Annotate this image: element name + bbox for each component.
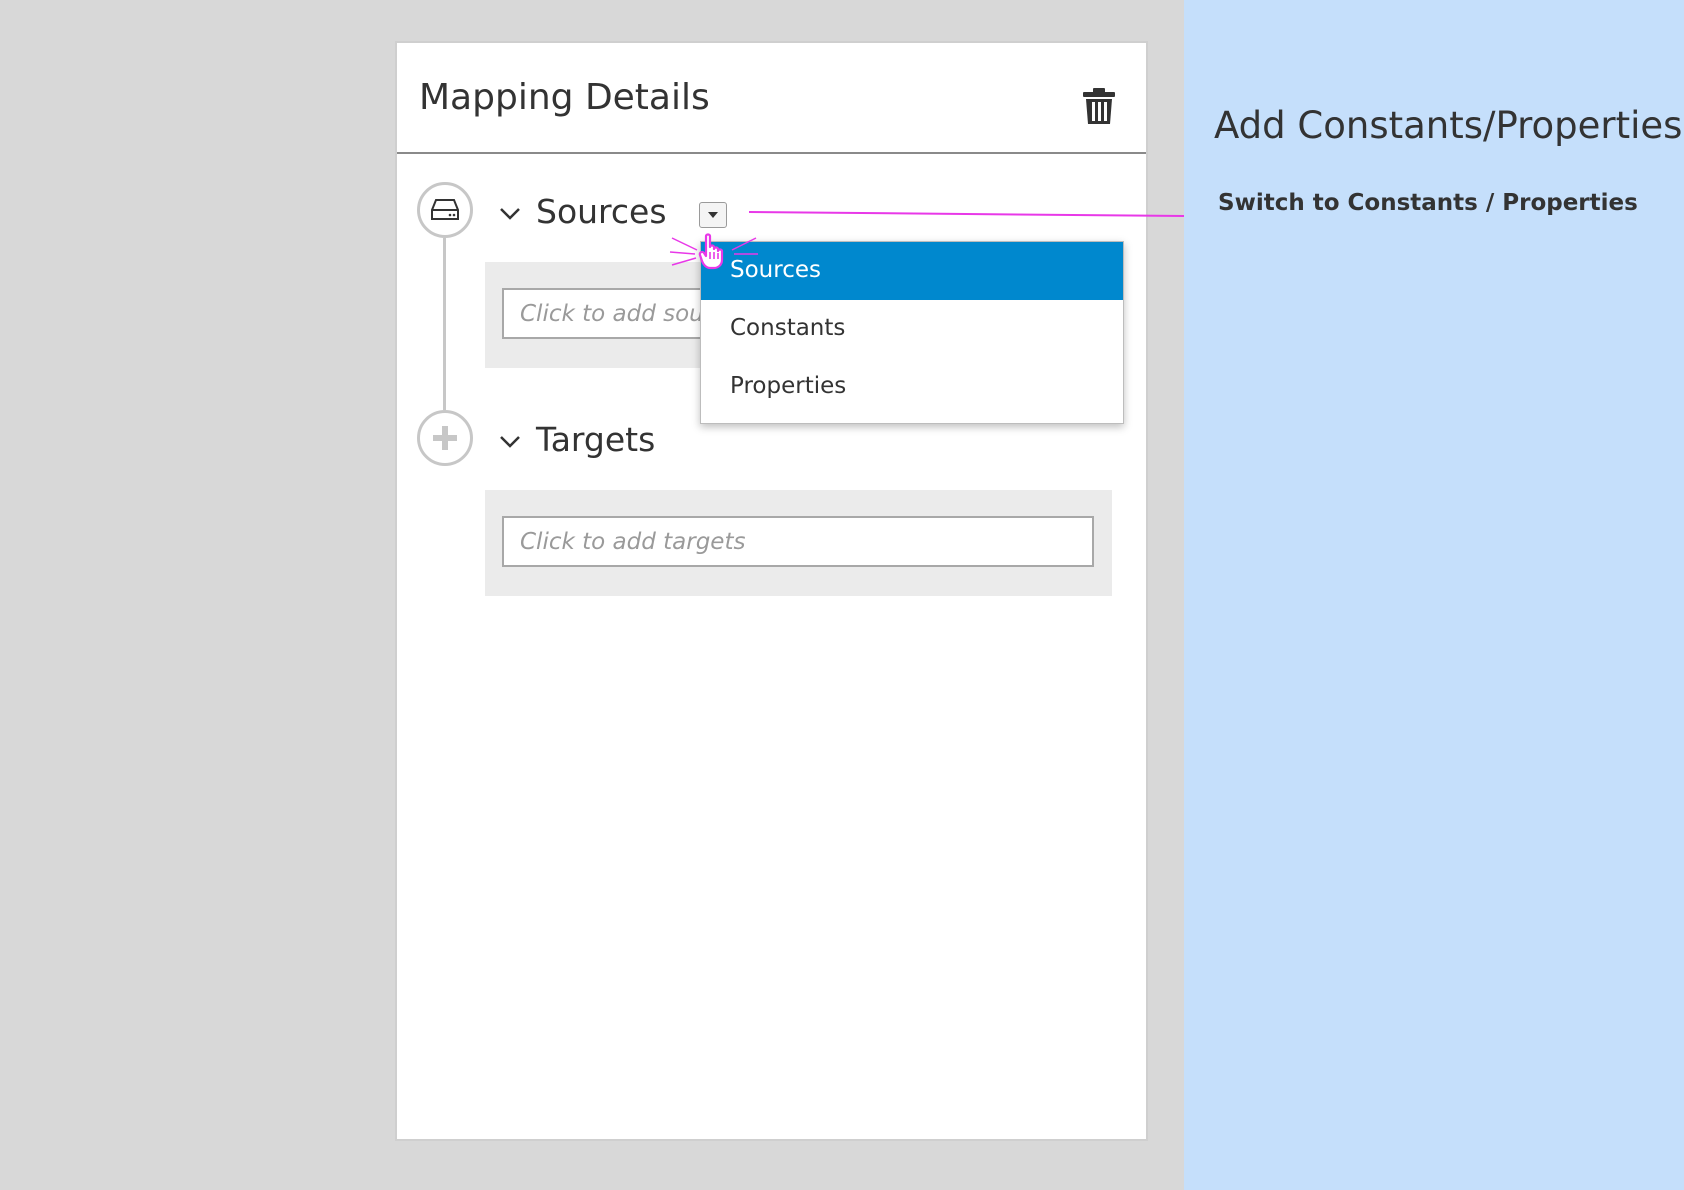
targets-collapse-chevron-icon[interactable] bbox=[498, 434, 522, 450]
targets-title[interactable]: Targets bbox=[536, 420, 655, 459]
menu-item-sources[interactable]: Sources bbox=[701, 242, 1123, 300]
mapping-details-panel: Mapping Details Sources Click to add sou… bbox=[395, 41, 1148, 1141]
caret-down-icon bbox=[708, 212, 718, 218]
targets-input[interactable]: Click to add targets bbox=[502, 516, 1094, 567]
page-title: Mapping Details bbox=[419, 77, 710, 118]
trash-icon[interactable] bbox=[1082, 87, 1116, 125]
source-type-dropdown-button[interactable] bbox=[699, 202, 727, 228]
plus-icon[interactable] bbox=[417, 410, 473, 466]
source-type-menu: Sources Constants Properties bbox=[700, 241, 1124, 424]
timeline-connector bbox=[443, 238, 446, 410]
menu-item-constants[interactable]: Constants bbox=[701, 300, 1123, 358]
sources-collapse-chevron-icon[interactable] bbox=[498, 206, 522, 222]
annotation-note: Switch to Constants / Properties bbox=[1218, 190, 1638, 216]
drive-icon bbox=[417, 182, 473, 238]
panel-header: Mapping Details bbox=[397, 43, 1146, 154]
targets-well: Click to add targets bbox=[485, 490, 1112, 596]
annotation-title: Add Constants/Properties bbox=[1214, 104, 1683, 147]
menu-item-properties[interactable]: Properties bbox=[701, 358, 1123, 416]
stage: Add Constants/Properties Switch to Const… bbox=[0, 0, 1684, 1190]
sources-title[interactable]: Sources bbox=[536, 192, 667, 231]
annotation-panel: Add Constants/Properties Switch to Const… bbox=[1184, 0, 1684, 1190]
